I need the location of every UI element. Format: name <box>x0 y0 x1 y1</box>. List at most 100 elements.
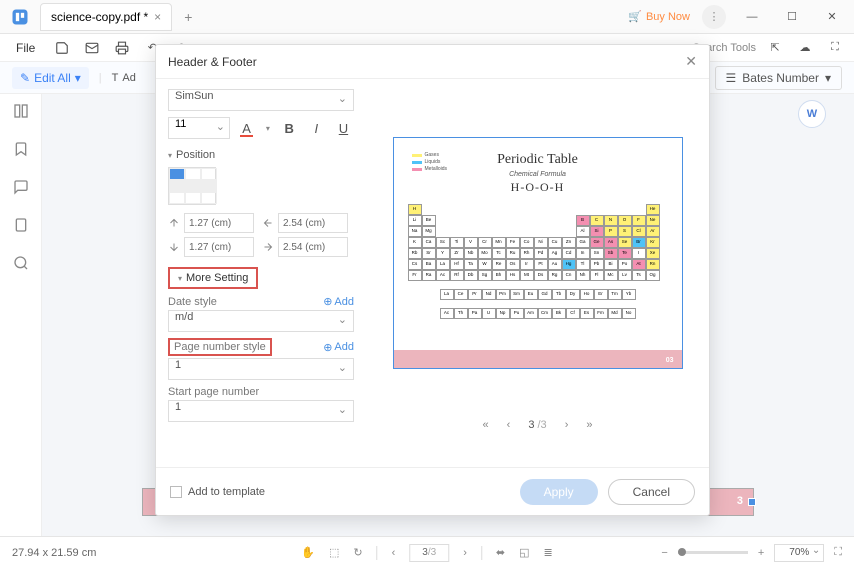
zoom-in-icon[interactable]: + <box>758 547 764 559</box>
close-window-icon[interactable]: ✕ <box>818 7 846 27</box>
zoom-out-icon[interactable]: − <box>661 547 667 559</box>
header-footer-dialog: Header & Footer ✕ SimSun 11 A ▾ B I U Po… <box>155 44 710 516</box>
font-color-button[interactable]: A <box>236 117 257 139</box>
pager-first-icon[interactable]: « <box>483 419 489 431</box>
font-size-select[interactable]: 11 <box>168 117 230 139</box>
share-icon[interactable]: ⋮ <box>702 5 726 29</box>
text-icon: T <box>112 72 119 84</box>
periodic-table-grid: HHe LiBeBCNOFNe NaMgAlSiPSClAr KCaScTiVC… <box>408 204 668 319</box>
italic-button[interactable]: I <box>306 117 327 139</box>
cloud-icon[interactable]: ☁ <box>794 37 816 59</box>
file-menu[interactable]: File <box>8 41 43 55</box>
app-icon <box>6 3 34 31</box>
zoom-select[interactable]: 70% <box>774 544 824 562</box>
title-bar: science-copy.pdf * × + 🛒 Buy Now ⋮ — ☐ ✕ <box>0 0 854 34</box>
nav-prev-icon[interactable]: ‹ <box>392 547 396 559</box>
start-page-label: Start page number <box>168 386 259 398</box>
status-bar: 27.94 x 21.59 cm ✋ ⬚ ↻ ‹ 3/3 › ⬌ ◱ ≣ − +… <box>0 536 854 568</box>
maximize-icon[interactable]: ☐ <box>778 7 806 27</box>
pencil-icon: ✎ <box>20 71 30 85</box>
bates-icon: ☰ <box>726 71 737 85</box>
save-icon[interactable] <box>51 37 73 59</box>
pager-current: 3 <box>528 419 534 431</box>
fit-page-icon[interactable]: ◱ <box>519 546 529 559</box>
add-page-number-button[interactable]: Add <box>323 341 354 354</box>
page-number-style-label: Page number style <box>168 338 272 356</box>
page-preview: Gases Liquids Metalloids Periodic Table … <box>393 137 683 369</box>
date-style-label: Date style <box>168 296 217 308</box>
font-color-dropdown-icon[interactable]: ▾ <box>263 117 273 139</box>
more-setting-toggle[interactable]: More Setting <box>168 267 258 289</box>
add-date-button[interactable]: Add <box>323 295 354 308</box>
bold-button[interactable]: B <box>279 117 300 139</box>
add-tool-button[interactable]: T Ad <box>112 72 136 84</box>
add-label: Ad <box>122 72 135 84</box>
attachment-icon[interactable] <box>12 216 30 234</box>
pager-total: /3 <box>538 419 547 431</box>
edit-all-label: Edit All <box>34 71 71 85</box>
start-page-input[interactable]: 1 <box>168 400 354 422</box>
preview-page-number: 03 <box>666 357 674 364</box>
divider: | <box>99 72 102 84</box>
scroll-mode-icon[interactable]: ≣ <box>544 546 553 559</box>
rotate-tool-icon[interactable]: ↻ <box>353 546 362 559</box>
left-sidebar <box>0 94 42 536</box>
select-tool-icon[interactable]: ⬚ <box>329 546 339 559</box>
page-indicator[interactable]: 3/3 <box>409 544 449 562</box>
tab-title: science-copy.pdf * <box>51 10 148 24</box>
position-grid[interactable] <box>168 167 216 205</box>
mail-icon[interactable] <box>81 37 103 59</box>
preview-legend: Gases Liquids Metalloids <box>412 152 448 173</box>
date-style-select[interactable]: m/d <box>168 310 354 332</box>
fullscreen-icon[interactable]: ⛶ <box>834 546 842 559</box>
bates-label: Bates Number <box>742 71 819 85</box>
margin-left-input[interactable] <box>278 213 348 233</box>
comment-icon[interactable] <box>12 178 30 196</box>
zoom-slider[interactable] <box>678 551 748 554</box>
cart-icon: 🛒 <box>628 10 642 23</box>
pager-last-icon[interactable]: » <box>586 419 592 431</box>
thumbnails-icon[interactable] <box>12 102 30 120</box>
nav-next-icon[interactable]: › <box>463 547 467 559</box>
checkbox-icon <box>170 486 182 498</box>
document-tab[interactable]: science-copy.pdf * × <box>40 3 172 31</box>
buy-now-link[interactable]: 🛒 Buy Now <box>628 10 690 23</box>
print-icon[interactable] <box>111 37 133 59</box>
page-band-number: 3 <box>737 495 743 507</box>
margin-right <box>262 237 348 257</box>
close-tab-icon[interactable]: × <box>154 10 161 24</box>
expand-icon[interactable]: ⛶ <box>824 37 846 59</box>
dialog-title: Header & Footer <box>168 55 257 69</box>
position-section-label: Position <box>168 149 354 161</box>
edit-all-button[interactable]: ✎ Edit All ▾ <box>12 67 89 89</box>
search-icon[interactable] <box>12 254 30 272</box>
pager-next-icon[interactable]: › <box>565 419 569 431</box>
margin-bottom-input[interactable] <box>184 237 254 257</box>
new-tab-button[interactable]: + <box>178 7 198 27</box>
font-select[interactable]: SimSun <box>168 89 354 111</box>
margin-right-input[interactable] <box>278 237 348 257</box>
cancel-button[interactable]: Cancel <box>608 479 695 505</box>
dialog-preview-panel: Gases Liquids Metalloids Periodic Table … <box>366 79 709 467</box>
bates-number-button[interactable]: ☰ Bates Number ▾ <box>715 66 843 90</box>
word-badge[interactable]: W <box>798 100 826 128</box>
chevron-down-icon: ▾ <box>75 71 81 85</box>
add-to-template-checkbox[interactable]: Add to template <box>170 486 265 498</box>
buy-now-label: Buy Now <box>646 11 690 23</box>
margin-top <box>168 213 254 233</box>
hand-tool-icon[interactable]: ✋ <box>301 546 315 559</box>
share-export-icon[interactable]: ⇱ <box>764 37 786 59</box>
apply-button[interactable]: Apply <box>520 479 598 505</box>
preview-pager: « ‹ 3 /3 › » <box>376 419 699 431</box>
underline-button[interactable]: U <box>333 117 354 139</box>
pager-prev-icon[interactable]: ‹ <box>507 419 511 431</box>
page-number-style-select[interactable]: 1 <box>168 358 354 380</box>
chevron-down-icon: ▾ <box>825 71 831 85</box>
margin-top-input[interactable] <box>184 213 254 233</box>
dialog-close-icon[interactable]: ✕ <box>685 53 697 70</box>
fit-width-icon[interactable]: ⬌ <box>496 546 505 559</box>
add-to-template-label: Add to template <box>188 486 265 498</box>
margin-bottom <box>168 237 254 257</box>
bookmark-icon[interactable] <box>12 140 30 158</box>
minimize-icon[interactable]: — <box>738 7 766 27</box>
